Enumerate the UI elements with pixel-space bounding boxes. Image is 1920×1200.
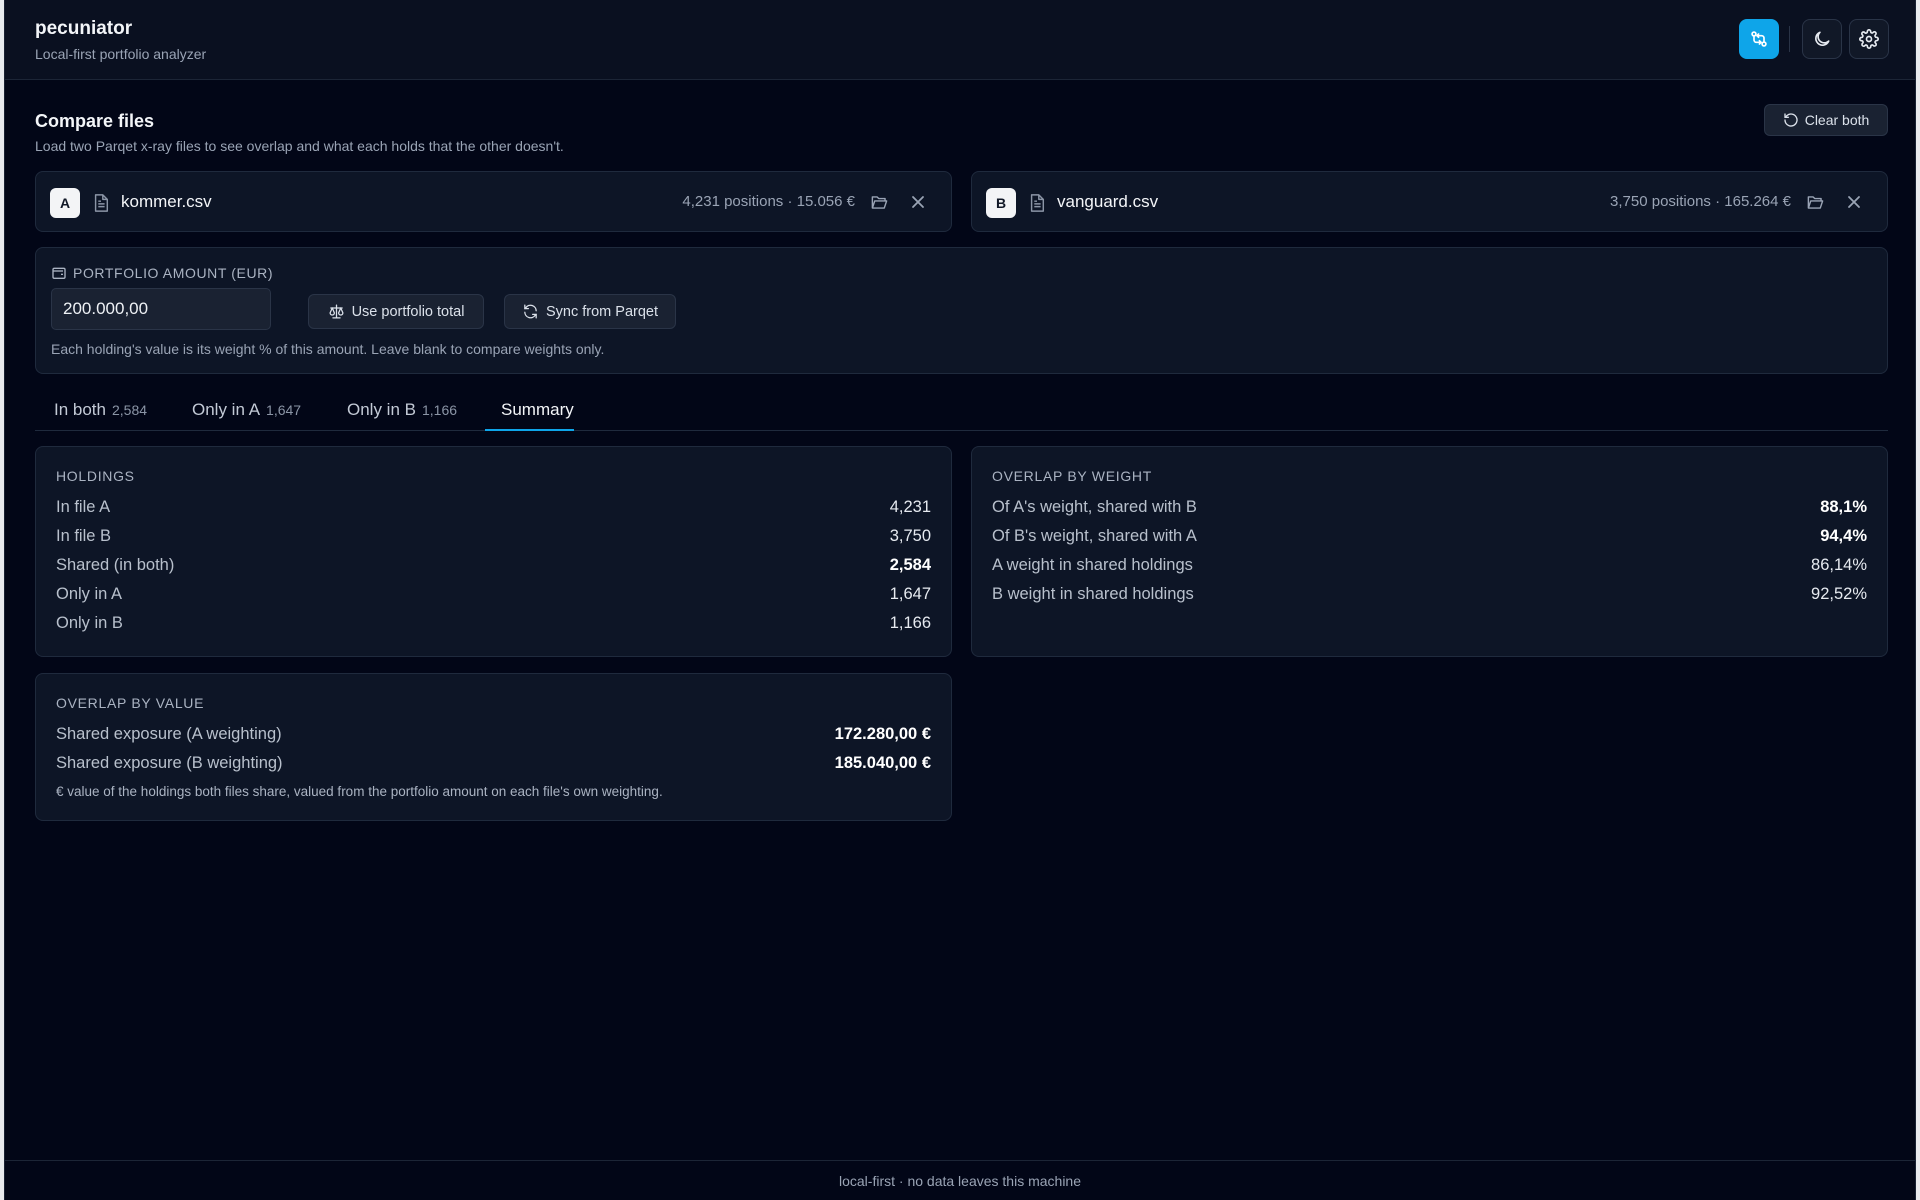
stat-value: 185.040,00 € [834, 754, 931, 772]
stat-label: Shared exposure (A weighting) [56, 725, 282, 743]
close-icon[interactable] [1846, 194, 1862, 210]
stat-label: A weight in shared holdings [992, 556, 1193, 574]
overlap-by-weight-card: OVERLAP BY WEIGHT Of A's weight, shared … [971, 446, 1888, 657]
stat-row: Of B's weight, shared with A 94,4% [992, 527, 1867, 551]
stat-label: Of A's weight, shared with B [992, 498, 1197, 516]
tab-count: 2,584 [112, 402, 148, 418]
folder-open-icon[interactable] [870, 193, 889, 212]
file-b-name: vanguard.csv [1057, 192, 1159, 211]
sync-from-parqet-button[interactable]: Sync from Parqet [504, 294, 676, 329]
tab-bar: In both 2,584 Only in A 1,647 Only in B 1,1… [35, 392, 1888, 431]
overlap-weight-title: OVERLAP BY WEIGHT [992, 468, 1152, 484]
stat-label: Shared (in both) [56, 556, 175, 574]
clear-both-button[interactable]: Clear both [1764, 104, 1888, 136]
portfolio-amount-input[interactable] [51, 288, 271, 330]
close-icon[interactable] [910, 194, 926, 210]
compare-mode-button[interactable] [1739, 19, 1779, 59]
stat-value: 86,14% [1811, 556, 1867, 574]
settings-button[interactable] [1849, 19, 1889, 59]
file-b-card: B vanguard.csv 3,750 positions · 165.264… [971, 171, 1888, 232]
tab-only-in-a[interactable]: Only in A 1,647 [192, 400, 301, 420]
portfolio-amount-label: PORTFOLIO AMOUNT (EUR) [51, 265, 273, 281]
theme-toggle-button[interactable] [1802, 19, 1842, 59]
header-divider [1789, 26, 1790, 52]
tab-label: Only in A [192, 400, 261, 419]
overlap-value-title: OVERLAP BY VALUE [56, 695, 205, 711]
file-a-badge: A [50, 188, 80, 218]
scale-icon [329, 304, 344, 319]
stat-label: Only in B [56, 614, 123, 632]
stat-row: B weight in shared holdings 92,52% [992, 585, 1867, 609]
tab-label: In both [54, 400, 106, 419]
use-portfolio-total-label: Use portfolio total [351, 303, 465, 320]
tab-only-in-b[interactable]: Only in B 1,166 [347, 400, 457, 420]
footer: local-first · no data leaves this machin… [5, 1160, 1915, 1200]
use-portfolio-total-button[interactable]: Use portfolio total [308, 294, 484, 329]
stat-value: 4,231 [889, 498, 931, 516]
stat-row: Of A's weight, shared with B 88,1% [992, 498, 1867, 522]
stat-value: 92,52% [1811, 585, 1867, 603]
reset-icon [1784, 113, 1798, 127]
stat-label: In file A [56, 498, 111, 516]
stat-row: Shared exposure (B weighting) 185.040,00… [56, 754, 931, 778]
file-a-name: kommer.csv [121, 192, 212, 211]
clear-both-label: Clear both [1804, 112, 1870, 128]
stat-label: Of B's weight, shared with A [992, 527, 1197, 545]
tab-count: 1,166 [421, 402, 458, 418]
holdings-card: HOLDINGS In file A 4,231 In file B 3,750… [35, 446, 952, 657]
stat-label: Only in A [56, 585, 123, 603]
stat-value: 94,4% [1820, 527, 1867, 545]
tab-in-both[interactable]: In both 2,584 [54, 400, 147, 420]
stat-row: A weight in shared holdings 86,14% [992, 556, 1867, 580]
moon-icon [1815, 31, 1830, 46]
file-a-meta: 4,231 positions · 15.056 € [682, 193, 855, 210]
file-icon [94, 194, 109, 212]
gear-icon [1859, 29, 1879, 49]
stat-label: B weight in shared holdings [992, 585, 1194, 603]
tab-summary[interactable]: Summary [501, 400, 574, 420]
stat-value: 88,1% [1820, 498, 1867, 516]
holdings-title: HOLDINGS [56, 468, 135, 484]
file-b-badge: B [986, 188, 1016, 218]
overlap-value-note: € value of the holdings both files share… [56, 784, 663, 799]
stat-value: 3,750 [889, 527, 931, 545]
stat-row: Only in A 1,647 [56, 585, 931, 609]
portfolio-amount-help: Each holding's value is its weight % of … [51, 341, 605, 357]
compare-icon [1751, 31, 1767, 47]
stat-label: In file B [56, 527, 112, 545]
page-description: Load two Parqet x-ray files to see overl… [35, 138, 564, 154]
sync-icon [524, 304, 537, 319]
file-icon [1030, 194, 1045, 212]
app-window: pecuniator Local-first portfolio analyze… [4, 0, 1916, 1200]
stat-row: Only in B 1,166 [56, 614, 931, 638]
app-header: pecuniator Local-first portfolio analyze… [5, 0, 1915, 80]
stat-row: Shared (in both) 2,584 [56, 556, 931, 580]
stat-row: In file B 3,750 [56, 527, 931, 551]
overlap-by-value-card: OVERLAP BY VALUE Shared exposure (A weig… [35, 673, 952, 821]
folder-open-icon[interactable] [1806, 193, 1825, 212]
stat-label: Shared exposure (B weighting) [56, 754, 283, 772]
file-b-meta: 3,750 positions · 165.264 € [1610, 193, 1791, 210]
footer-text: local-first · no data leaves this machin… [839, 1173, 1081, 1189]
tab-label: Summary [501, 400, 574, 419]
stat-row: In file A 4,231 [56, 498, 931, 522]
sync-from-parqet-label: Sync from Parqet [545, 303, 658, 320]
stat-value: 1,166 [889, 614, 931, 632]
stat-value: 2,584 [889, 556, 931, 574]
page-title: Compare files [35, 111, 155, 131]
portfolio-amount-label-text: PORTFOLIO AMOUNT (EUR) [73, 265, 274, 281]
tab-label: Only in B [347, 400, 416, 419]
stat-row: Shared exposure (A weighting) 172.280,00… [56, 725, 931, 749]
stat-value: 172.280,00 € [834, 725, 931, 743]
wallet-icon [52, 267, 66, 279]
app-title: pecuniator [35, 18, 133, 39]
stat-value: 1,647 [889, 585, 931, 603]
active-tab-indicator [485, 429, 574, 431]
app-subtitle: Local-first portfolio analyzer [35, 46, 207, 62]
tab-count: 1,647 [266, 402, 302, 418]
file-a-card: A kommer.csv 4,231 positions · 15.056 € [35, 171, 952, 232]
